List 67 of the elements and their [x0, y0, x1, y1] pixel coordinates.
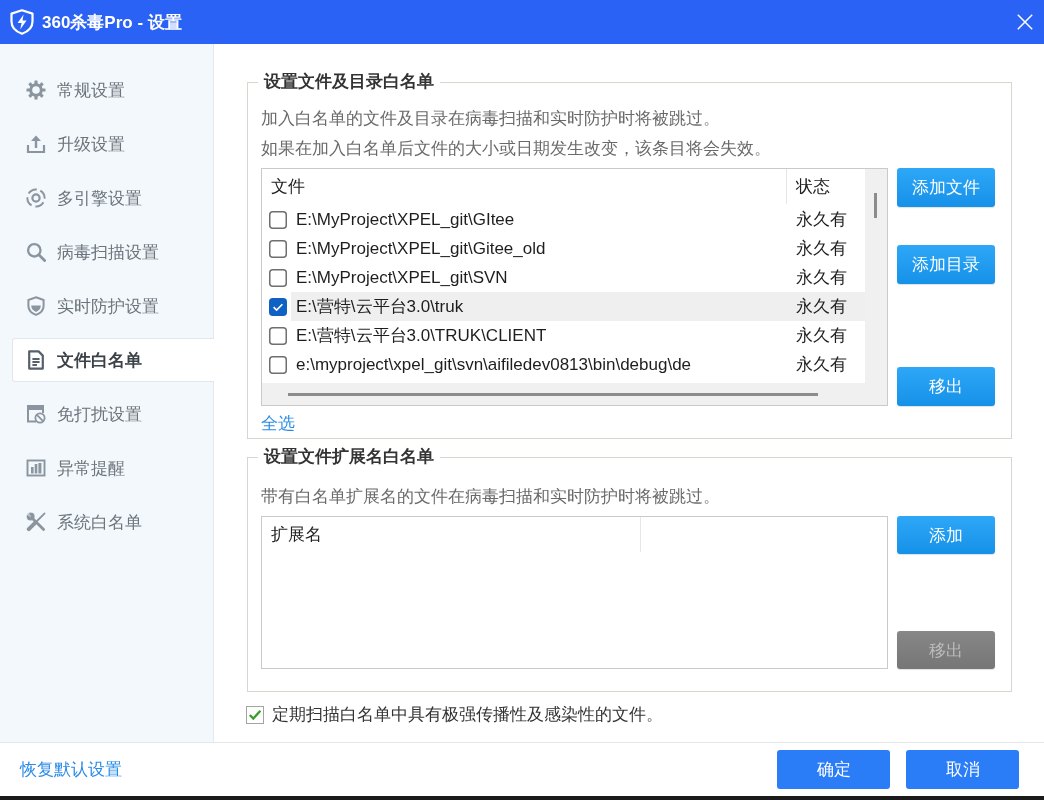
sidebar-item[interactable]: 病毒扫描设置	[12, 230, 214, 274]
extension-list[interactable]: 扩展名	[261, 516, 888, 669]
section-description: 如果在加入白名单后文件的大小或日期发生改变，该条目将会失效。	[261, 138, 772, 160]
shield-bolt-icon	[10, 9, 34, 35]
column-header: 扩展名	[262, 517, 641, 552]
file-path: E:\营特\云平台3.0\TRUK\CLIENT	[295, 325, 548, 347]
checkbox[interactable]	[246, 705, 264, 724]
window-ban-icon	[26, 404, 46, 424]
section-title: 设置文件及目录白名单	[262, 72, 435, 92]
checkbox-label: 定期扫描白名单中具有极强传播性及感染性的文件。	[272, 704, 663, 726]
bar-chart-icon	[26, 458, 46, 478]
list-row[interactable]: E:\MyProject\XPEL_git\GItee 永久有	[291, 205, 865, 234]
checkbox[interactable]	[269, 326, 287, 345]
list-row[interactable]: e:\myproject\xpel_git\svn\aifiledev0813\bin\debug\de 永久有	[291, 350, 865, 379]
column-header: 文件	[270, 176, 306, 198]
checkbox[interactable]	[269, 210, 287, 229]
restore-defaults-link[interactable]: 恢复默认设置	[20, 759, 122, 780]
action-button[interactable]: 添加文件	[897, 168, 995, 207]
sidebar-item[interactable]: 常规设置	[12, 68, 214, 112]
action-button[interactable]: 移出	[897, 367, 995, 406]
shield-icon	[26, 296, 46, 316]
section-description: 带有白名单扩展名的文件在病毒扫描和实时防护时将被跳过。	[261, 486, 721, 508]
close-icon	[1017, 14, 1033, 30]
dialog-button[interactable]: 取消	[906, 750, 1019, 789]
dialog-button[interactable]: 确定	[777, 750, 890, 789]
file-list[interactable]	[261, 168, 888, 406]
status-cell-text: 永久有	[795, 209, 848, 231]
file-path: e:\myproject\xpel_git\svn\aifiledev0813\bin\debug\de	[295, 354, 693, 375]
sidebar-item[interactable]: 免打扰设置	[12, 392, 214, 436]
sidebar-item[interactable]: 多引擎设置	[12, 176, 214, 220]
status-cell-text: 永久有	[795, 267, 848, 289]
sidebar-item[interactable]: 升级设置	[12, 122, 214, 166]
checkbox[interactable]	[269, 297, 287, 316]
close-button[interactable]	[1017, 14, 1033, 30]
file-path: E:\MyProject\XPEL_git\GItee	[295, 209, 516, 230]
horizontal-scrollbar[interactable]	[262, 383, 865, 405]
status-cell-text: 永久有	[795, 238, 848, 260]
list-row[interactable]: E:\MyProject\XPEL_git\Gitee_old 永久有	[291, 234, 865, 263]
section-title: 设置文件扩展名白名单	[262, 447, 435, 467]
sidebar-item[interactable]: 实时防护设置	[12, 284, 214, 328]
select-all-link[interactable]: 全选	[261, 414, 295, 434]
file-path: E:\MyProject\XPEL_git\Gitee_old	[295, 238, 547, 259]
list-row[interactable]: E:\营特\云平台3.0\truk 永久有	[291, 292, 865, 321]
file-path: E:\MyProject\XPEL_git\SVN	[295, 267, 509, 288]
checkbox[interactable]	[269, 355, 287, 374]
vertical-scrollbar[interactable]	[865, 169, 887, 405]
list-row[interactable]: E:\营特\云平台3.0\TRUK\CLIENT 永久有	[291, 321, 865, 350]
list-row[interactable]: E:\MyProject\XPEL_git\SVN 永久有	[291, 263, 865, 292]
window-title: 360杀毒Pro - 设置	[42, 11, 182, 34]
upload-icon	[26, 134, 46, 154]
document-icon	[26, 350, 46, 370]
target-icon	[26, 188, 46, 208]
checkbox[interactable]	[269, 268, 287, 287]
sidebar-item[interactable]: 文件白名单	[12, 338, 214, 382]
status-cell-text: 永久有	[795, 325, 848, 347]
gear-icon	[26, 80, 46, 100]
file-path: E:\营特\云平台3.0\truk	[295, 296, 465, 318]
action-button[interactable]: 添加	[897, 516, 995, 554]
wrench-screwdriver-icon	[26, 512, 46, 532]
status-cell-text: 永久有	[795, 354, 848, 376]
action-button[interactable]: 添加目录	[897, 245, 995, 284]
section-description: 加入白名单的文件及目录在病毒扫描和实时防护时将被跳过。	[261, 108, 721, 130]
search-icon	[26, 242, 46, 262]
checkbox[interactable]	[269, 239, 287, 258]
sidebar-item[interactable]: 系统白名单	[12, 500, 214, 544]
sidebar-item[interactable]: 异常提醒	[12, 446, 214, 490]
status-cell-text: 永久有	[795, 296, 848, 318]
